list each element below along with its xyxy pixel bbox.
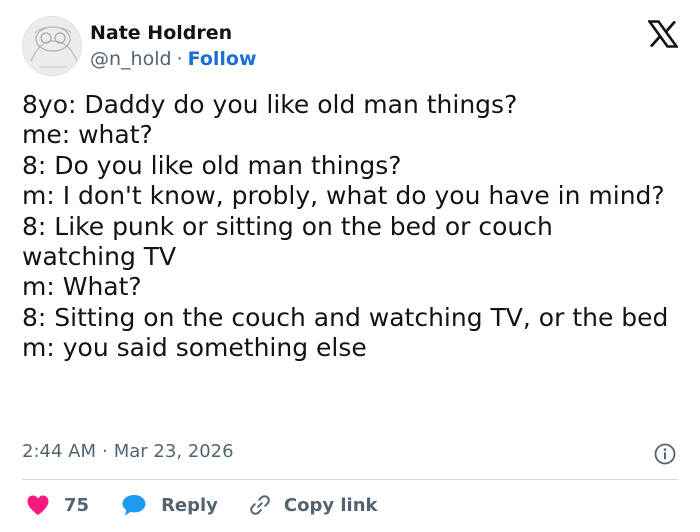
author-name[interactable]: Nate Holdren	[90, 22, 232, 44]
handle-separator: ·	[176, 48, 183, 70]
info-icon[interactable]	[654, 443, 676, 465]
tweet-timestamp[interactable]: 2:44 AM · Mar 23, 2026	[22, 441, 234, 462]
timestamp-separator: ·	[102, 441, 108, 462]
tweet-line: m: What?	[22, 272, 142, 302]
tweet-line: 8yo: Daddy do you like old man things?	[22, 90, 518, 119]
tweet-line: m: you said something else	[22, 333, 367, 363]
tweet-date[interactable]: Mar 23, 2026	[114, 441, 234, 462]
tweet-line: 8: Do you like old man things?	[22, 150, 402, 180]
speech-bubble-icon	[122, 495, 146, 516]
tweet-text: 8yo: Daddy do you like old man things? m…	[22, 90, 672, 364]
avatar[interactable]	[22, 16, 82, 76]
author-handle-row: @n_hold · Follow	[90, 48, 257, 70]
x-logo-icon[interactable]	[646, 20, 680, 48]
reply-button[interactable]: Reply	[121, 493, 218, 517]
tweet-line: 8: Sitting on the couch and watching TV,…	[22, 302, 669, 332]
tweet-line: 8: Like punk or sitting on the bed or co…	[22, 211, 553, 272]
tweet-line: me: what?	[22, 120, 153, 150]
author-handle[interactable]: @n_hold	[90, 48, 172, 70]
like-count: 75	[64, 494, 90, 516]
copy-link-label: Copy link	[283, 494, 378, 516]
heart-icon	[27, 495, 49, 515]
reply-label: Reply	[161, 494, 218, 516]
tweet-time[interactable]: 2:44 AM	[22, 441, 96, 462]
divider	[22, 479, 678, 480]
tweet-actions: 75 Reply Copy link	[22, 490, 378, 520]
avatar-sketch-icon	[23, 17, 81, 75]
follow-button[interactable]: Follow	[188, 48, 257, 70]
link-icon	[250, 495, 270, 515]
copy-link-button[interactable]: Copy link	[248, 493, 378, 517]
tweet-line: m: I don't know, probly, what do you hav…	[22, 181, 665, 211]
tweet-card: Nate Holdren @n_hold · Follow 8yo: Daddy d…	[0, 0, 700, 532]
like-button[interactable]: 75	[26, 494, 89, 516]
